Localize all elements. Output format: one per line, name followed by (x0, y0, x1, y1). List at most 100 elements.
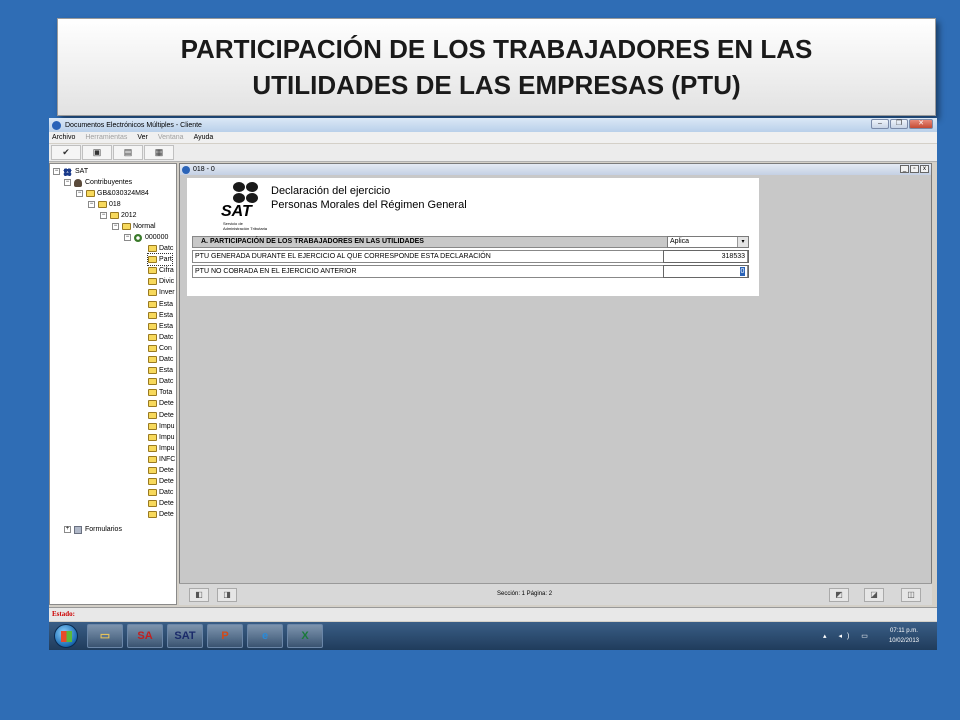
restore-button[interactable]: ❐ (890, 119, 908, 129)
sa-app-icon[interactable]: SA (127, 624, 163, 648)
ptu-generada-field[interactable]: 318533 (663, 250, 749, 263)
tree-node-year[interactable]: − 2012 (100, 210, 137, 221)
expand-icon[interactable]: + (64, 526, 71, 533)
folder-icon (148, 433, 157, 441)
tree-leaf[interactable]: Datc (148, 376, 173, 387)
tree-leaf[interactable]: Divic (148, 276, 174, 287)
document-close-button[interactable]: x (920, 165, 929, 173)
tree-leaf[interactable]: Inver (148, 287, 175, 298)
tree-leaf[interactable]: Esta (148, 299, 173, 310)
status-bar: Estado: (49, 607, 937, 621)
collapse-icon[interactable]: − (76, 190, 83, 197)
tree-label: Contribuyentes (85, 179, 133, 186)
aplica-select[interactable]: Aplica ▾ (667, 236, 749, 248)
tree-leaf[interactable]: Dete (148, 498, 174, 509)
collapse-icon[interactable]: − (100, 212, 107, 219)
page-back-icon[interactable]: ◩ (829, 588, 849, 602)
tree-node-form[interactable]: − 018 (88, 199, 121, 210)
document-titlebar: 018 - 0 _ ▫ x (180, 164, 931, 175)
minimize-button[interactable]: – (871, 119, 889, 129)
print-icon[interactable]: ▣ (82, 145, 112, 160)
tree-leaf-label: Dete (159, 511, 174, 519)
declaration-form: SAT Servicio de Administración Tributari… (187, 178, 759, 296)
sat-logo: SAT Servicio de Administración Tributari… (221, 182, 273, 232)
collapse-icon[interactable]: − (64, 179, 71, 186)
menu-ayuda[interactable]: Ayuda (194, 134, 214, 141)
menu-ver[interactable]: Ver (137, 134, 148, 141)
app-icon (52, 120, 61, 130)
person-icon (74, 178, 82, 187)
document-icon[interactable]: ▤ (113, 145, 143, 160)
tree-leaf-label: Esta (159, 300, 174, 308)
tree-leaf-label: Dete (159, 478, 174, 486)
forms-icon (74, 525, 82, 534)
collapse-icon[interactable]: − (112, 223, 119, 230)
tree-leaf[interactable]: Dete (148, 398, 174, 409)
tree-leaf-label: Impu (159, 422, 175, 430)
ptu-no-cobrada-field[interactable]: 0 (663, 265, 749, 278)
document-window: 018 - 0 _ ▫ x SAT Servicio de Administra… (179, 163, 932, 605)
tree-node-contribuyentes[interactable]: − Contribuyentes (64, 177, 132, 188)
collapse-icon[interactable]: − (124, 234, 131, 241)
document-title: 018 - 0 (193, 166, 215, 173)
tree-leaf-label: Cifra (159, 267, 174, 275)
tree-leaf-label: Dete (159, 400, 174, 408)
tree-node-formularios[interactable]: + Formularios (64, 524, 122, 535)
page-forward-icon[interactable]: ◪ (864, 588, 884, 602)
internet-explorer-icon[interactable]: e (247, 624, 283, 648)
document-restore-button[interactable]: ▫ (910, 165, 919, 173)
tree-label: GB&030324M84 (97, 190, 149, 197)
tools-icon[interactable]: ▦ (144, 145, 174, 160)
tree-leaf[interactable]: Cifra (148, 265, 174, 276)
folder-icon (148, 378, 157, 386)
tree-node-sat[interactable]: − SAT (53, 166, 88, 177)
folder-icon (148, 333, 157, 341)
tree-leaf[interactable]: Datc (148, 243, 173, 254)
sat-icon (63, 167, 72, 176)
collapse-icon[interactable]: − (88, 201, 95, 208)
tree-leaf[interactable]: Tota (148, 387, 172, 398)
tree-label: Formularios (85, 526, 122, 533)
tree-node-normal[interactable]: − Normal (112, 221, 156, 232)
chevron-down-icon[interactable]: ▾ (737, 237, 748, 247)
clock[interactable]: 07:11 p.m. 10/02/2013 (889, 626, 919, 646)
slide-title: PARTICIPACIÓN DE LOS TRABAJADORES EN LAS… (57, 18, 936, 116)
tree-leaf[interactable]: Impu (148, 443, 175, 454)
tree-leaf[interactable]: Dete (148, 410, 174, 421)
windows-logo-icon (61, 631, 72, 642)
menu-archivo[interactable]: Archivo (52, 134, 75, 141)
finish-icon[interactable]: ◫ (901, 588, 921, 602)
close-button[interactable]: ✕ (909, 119, 933, 129)
tree-leaf[interactable]: Dete (148, 465, 174, 476)
tree-leaf[interactable]: Impu (148, 421, 175, 432)
tree-leaf[interactable]: Con (148, 343, 172, 354)
collapse-icon[interactable]: − (53, 168, 60, 175)
toolbar: ✔ ▣ ▤ ▦ (49, 144, 937, 162)
next-section-icon[interactable]: ◨ (217, 588, 237, 602)
tree-leaf[interactable]: Esta (148, 321, 173, 332)
tree-leaf[interactable]: Dete (148, 509, 174, 520)
tray-icons[interactable]: ▴ ◂) ▭ (823, 632, 873, 640)
tree-leaf[interactable]: Datc (148, 487, 173, 498)
document-minimize-button[interactable]: _ (900, 165, 909, 173)
sat-app-icon[interactable]: SAT (167, 624, 203, 648)
tree-leaf[interactable]: Esta (148, 310, 173, 321)
start-button[interactable] (54, 624, 78, 648)
tree-leaf-label: Dete (159, 500, 174, 508)
powerpoint-icon[interactable]: P (207, 624, 243, 648)
folder-open-icon (86, 190, 95, 197)
tree-leaf[interactable]: Part (147, 253, 173, 267)
tree-leaf[interactable]: Dete (148, 476, 174, 487)
declaration-icon (134, 233, 142, 242)
tree-leaf[interactable]: Datc (148, 354, 173, 365)
tree-leaf[interactable]: Impu (148, 432, 175, 443)
excel-icon[interactable]: X (287, 624, 323, 648)
previous-section-icon[interactable]: ◧ (189, 588, 209, 602)
tree-leaf[interactable]: Datc (148, 332, 173, 343)
tree-leaf[interactable]: Esta (148, 365, 173, 376)
tree-node-rfc[interactable]: − GB&030324M84 (76, 188, 149, 199)
check-icon[interactable]: ✔ (51, 145, 81, 160)
tree-leaf[interactable]: INFC (148, 454, 175, 465)
file-explorer-icon[interactable]: ▭ (87, 624, 123, 648)
tree-node-declaracion[interactable]: − 000000 (124, 232, 168, 243)
